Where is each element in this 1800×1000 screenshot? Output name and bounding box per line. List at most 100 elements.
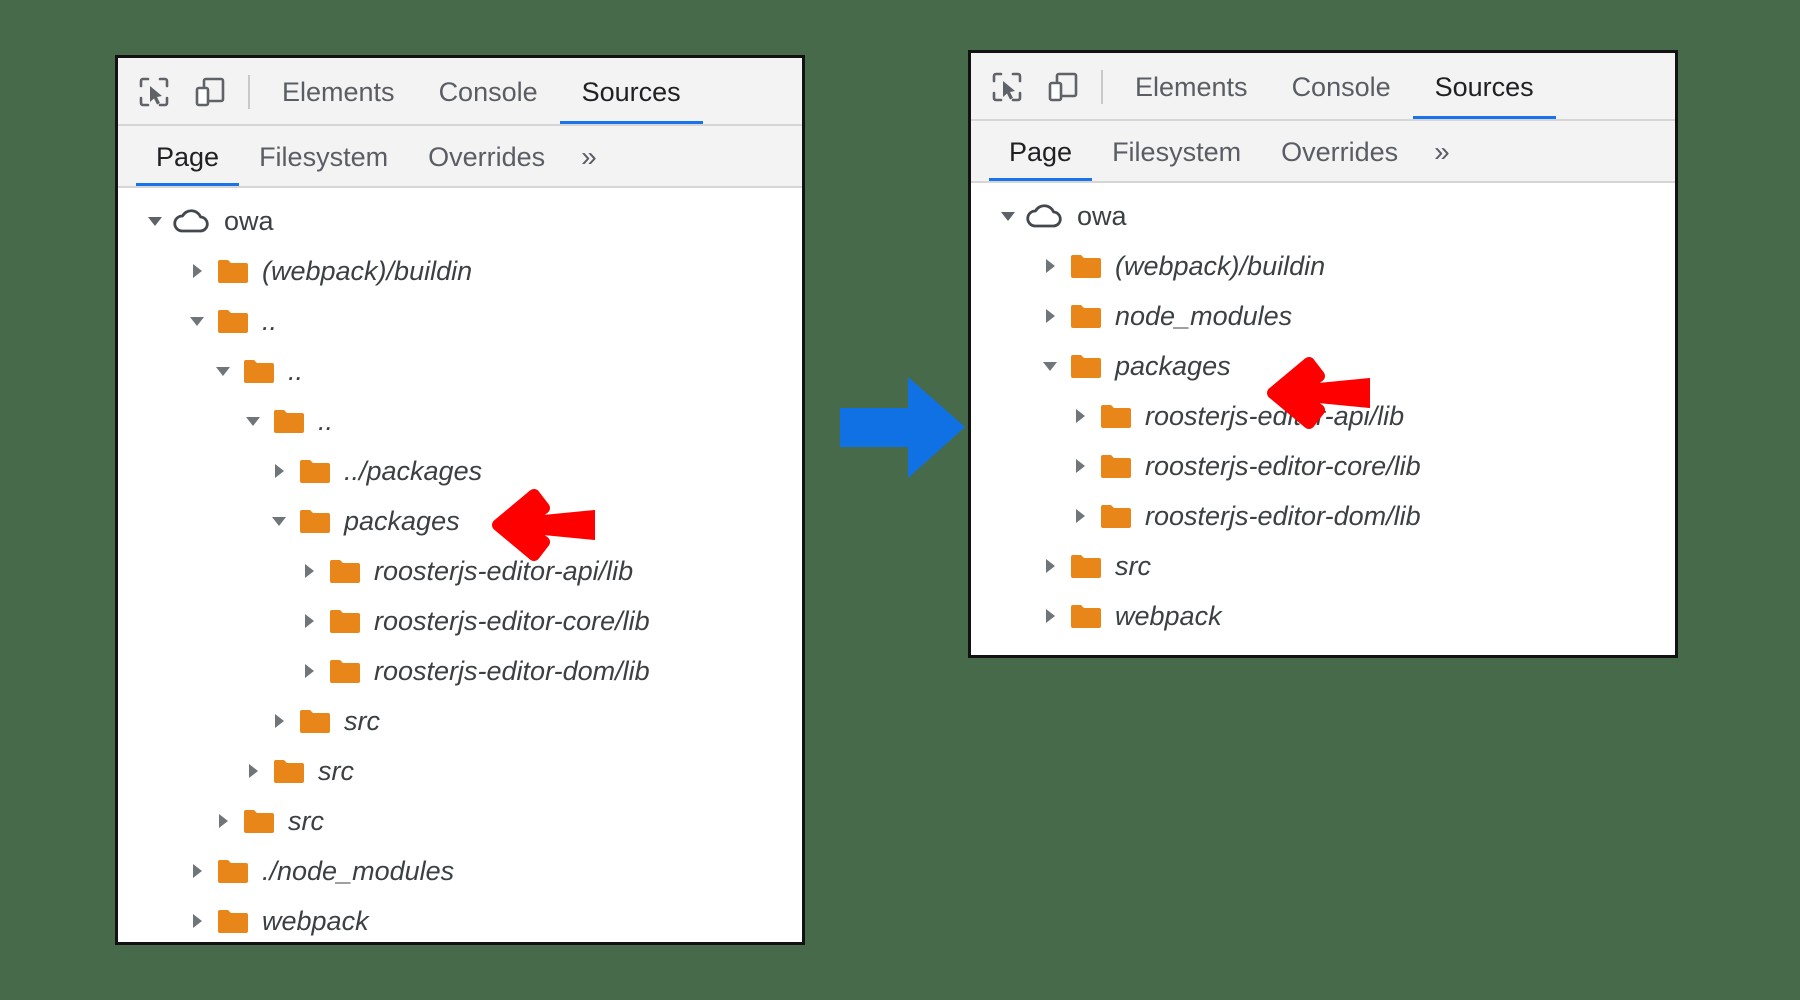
- tree-label: src: [1115, 551, 1151, 582]
- tree-row-roosterjs-editor-core[interactable]: roosterjs-editor-core/lib: [118, 596, 802, 646]
- file-tree-after: owa (webpack)/buildin node_modules: [971, 183, 1675, 641]
- folder-icon: [242, 346, 276, 396]
- tab-elements[interactable]: Elements: [260, 58, 417, 126]
- folder-icon: [1099, 441, 1133, 491]
- toolbar-icon-group: [134, 72, 244, 112]
- tree-label: ..: [262, 306, 277, 337]
- folder-icon: [1069, 591, 1103, 641]
- tree-row-roosterjs-editor-dom[interactable]: roosterjs-editor-dom/lib: [118, 646, 802, 696]
- triangle-right-icon[interactable]: [1037, 591, 1063, 641]
- inspect-element-icon[interactable]: [134, 72, 174, 112]
- triangle-down-icon[interactable]: [266, 496, 292, 546]
- tab-sources[interactable]: Sources: [1413, 53, 1556, 121]
- folder-icon: [1069, 541, 1103, 591]
- tree-row-src-4[interactable]: src: [118, 696, 802, 746]
- tree-row-src[interactable]: src: [971, 541, 1675, 591]
- triangle-down-icon[interactable]: [142, 196, 168, 246]
- tree-label: owa: [1077, 201, 1127, 232]
- tree-row-roosterjs-editor-dom[interactable]: roosterjs-editor-dom/lib: [971, 491, 1675, 541]
- tree-label: roosterjs-editor-dom/lib: [374, 656, 650, 687]
- subtab-overrides[interactable]: Overrides: [1261, 121, 1418, 183]
- tab-console[interactable]: Console: [1270, 53, 1413, 121]
- tree-row-roosterjs-editor-core[interactable]: roosterjs-editor-core/lib: [971, 441, 1675, 491]
- tree-row-roosterjs-editor-api[interactable]: roosterjs-editor-api/lib: [118, 546, 802, 596]
- tree-label: webpack: [262, 906, 369, 937]
- triangle-down-icon[interactable]: [210, 346, 236, 396]
- tree-row-packages[interactable]: packages: [118, 496, 802, 546]
- triangle-right-icon[interactable]: [266, 696, 292, 746]
- triangle-right-icon[interactable]: [184, 846, 210, 896]
- tree-row-dotdot-1[interactable]: ..: [118, 296, 802, 346]
- subtab-page[interactable]: Page: [136, 126, 239, 188]
- tree-row-webpack-buildin[interactable]: (webpack)/buildin: [971, 241, 1675, 291]
- tree-label: roosterjs-editor-core/lib: [374, 606, 650, 637]
- triangle-down-icon[interactable]: [184, 296, 210, 346]
- toolbar-icon-group: [987, 67, 1097, 107]
- tree-row-src-2[interactable]: src: [118, 796, 802, 846]
- device-toolbar-icon[interactable]: [190, 72, 230, 112]
- tab-sources[interactable]: Sources: [560, 58, 703, 126]
- tree-label: ../packages: [344, 456, 482, 487]
- subtab-overrides[interactable]: Overrides: [408, 126, 565, 188]
- tree-row-owa[interactable]: owa: [971, 191, 1675, 241]
- devtools-toolbar: Elements Console Sources: [118, 58, 802, 126]
- devtools-panel-before: Elements Console Sources Page Filesystem…: [115, 55, 805, 945]
- cloud-icon: [1023, 191, 1065, 241]
- triangle-right-icon[interactable]: [210, 796, 236, 846]
- device-toolbar-icon[interactable]: [1043, 67, 1083, 107]
- toolbar-divider: [248, 75, 250, 109]
- triangle-right-icon[interactable]: [1037, 241, 1063, 291]
- triangle-right-icon[interactable]: [240, 746, 266, 796]
- triangle-right-icon[interactable]: [1067, 441, 1093, 491]
- folder-icon: [328, 546, 362, 596]
- sources-subtab-strip: Page Filesystem Overrides »: [118, 126, 802, 188]
- triangle-right-icon[interactable]: [296, 646, 322, 696]
- more-subtabs-icon[interactable]: »: [1418, 121, 1466, 183]
- triangle-right-icon[interactable]: [296, 596, 322, 646]
- triangle-right-icon[interactable]: [1037, 291, 1063, 341]
- tree-row-dotdot-packages[interactable]: ../packages: [118, 446, 802, 496]
- tree-row-webpack[interactable]: webpack: [971, 591, 1675, 641]
- triangle-right-icon[interactable]: [184, 246, 210, 296]
- triangle-down-icon[interactable]: [1037, 341, 1063, 391]
- tree-label: webpack: [1115, 601, 1222, 632]
- tree-row-node-modules[interactable]: node_modules: [971, 291, 1675, 341]
- tree-label: node_modules: [1115, 301, 1292, 332]
- triangle-down-icon[interactable]: [995, 191, 1021, 241]
- tab-console[interactable]: Console: [417, 58, 560, 126]
- folder-icon: [298, 696, 332, 746]
- triangle-down-icon[interactable]: [240, 396, 266, 446]
- folder-icon: [216, 896, 250, 945]
- tree-label: roosterjs-editor-api/lib: [1145, 401, 1404, 432]
- tree-row-webpack-buildin[interactable]: (webpack)/buildin: [118, 246, 802, 296]
- blue-arrow-transition: [840, 375, 965, 480]
- subtab-page[interactable]: Page: [989, 121, 1092, 183]
- folder-icon: [272, 746, 306, 796]
- tree-row-packages[interactable]: packages: [971, 341, 1675, 391]
- tab-elements[interactable]: Elements: [1113, 53, 1270, 121]
- tree-label: src: [288, 806, 324, 837]
- folder-icon: [1099, 491, 1133, 541]
- triangle-right-icon[interactable]: [184, 896, 210, 945]
- triangle-right-icon[interactable]: [1037, 541, 1063, 591]
- inspect-element-icon[interactable]: [987, 67, 1027, 107]
- triangle-right-icon[interactable]: [296, 546, 322, 596]
- subtab-filesystem[interactable]: Filesystem: [1092, 121, 1261, 183]
- tree-row-dotdot-3[interactable]: ..: [118, 396, 802, 446]
- tree-row-owa[interactable]: owa: [118, 196, 802, 246]
- subtab-filesystem[interactable]: Filesystem: [239, 126, 408, 188]
- folder-icon: [216, 296, 250, 346]
- tree-row-webpack[interactable]: webpack: [118, 896, 802, 945]
- tree-row-node-modules[interactable]: ./node_modules: [118, 846, 802, 896]
- tree-label: roosterjs-editor-core/lib: [1145, 451, 1421, 482]
- tree-label: packages: [344, 506, 460, 537]
- triangle-right-icon[interactable]: [1067, 391, 1093, 441]
- triangle-right-icon[interactable]: [1067, 491, 1093, 541]
- tree-row-roosterjs-editor-api[interactable]: roosterjs-editor-api/lib: [971, 391, 1675, 441]
- more-subtabs-icon[interactable]: »: [565, 126, 613, 188]
- folder-icon: [1069, 291, 1103, 341]
- tree-row-src-3[interactable]: src: [118, 746, 802, 796]
- folder-icon: [272, 396, 306, 446]
- tree-row-dotdot-2[interactable]: ..: [118, 346, 802, 396]
- triangle-right-icon[interactable]: [266, 446, 292, 496]
